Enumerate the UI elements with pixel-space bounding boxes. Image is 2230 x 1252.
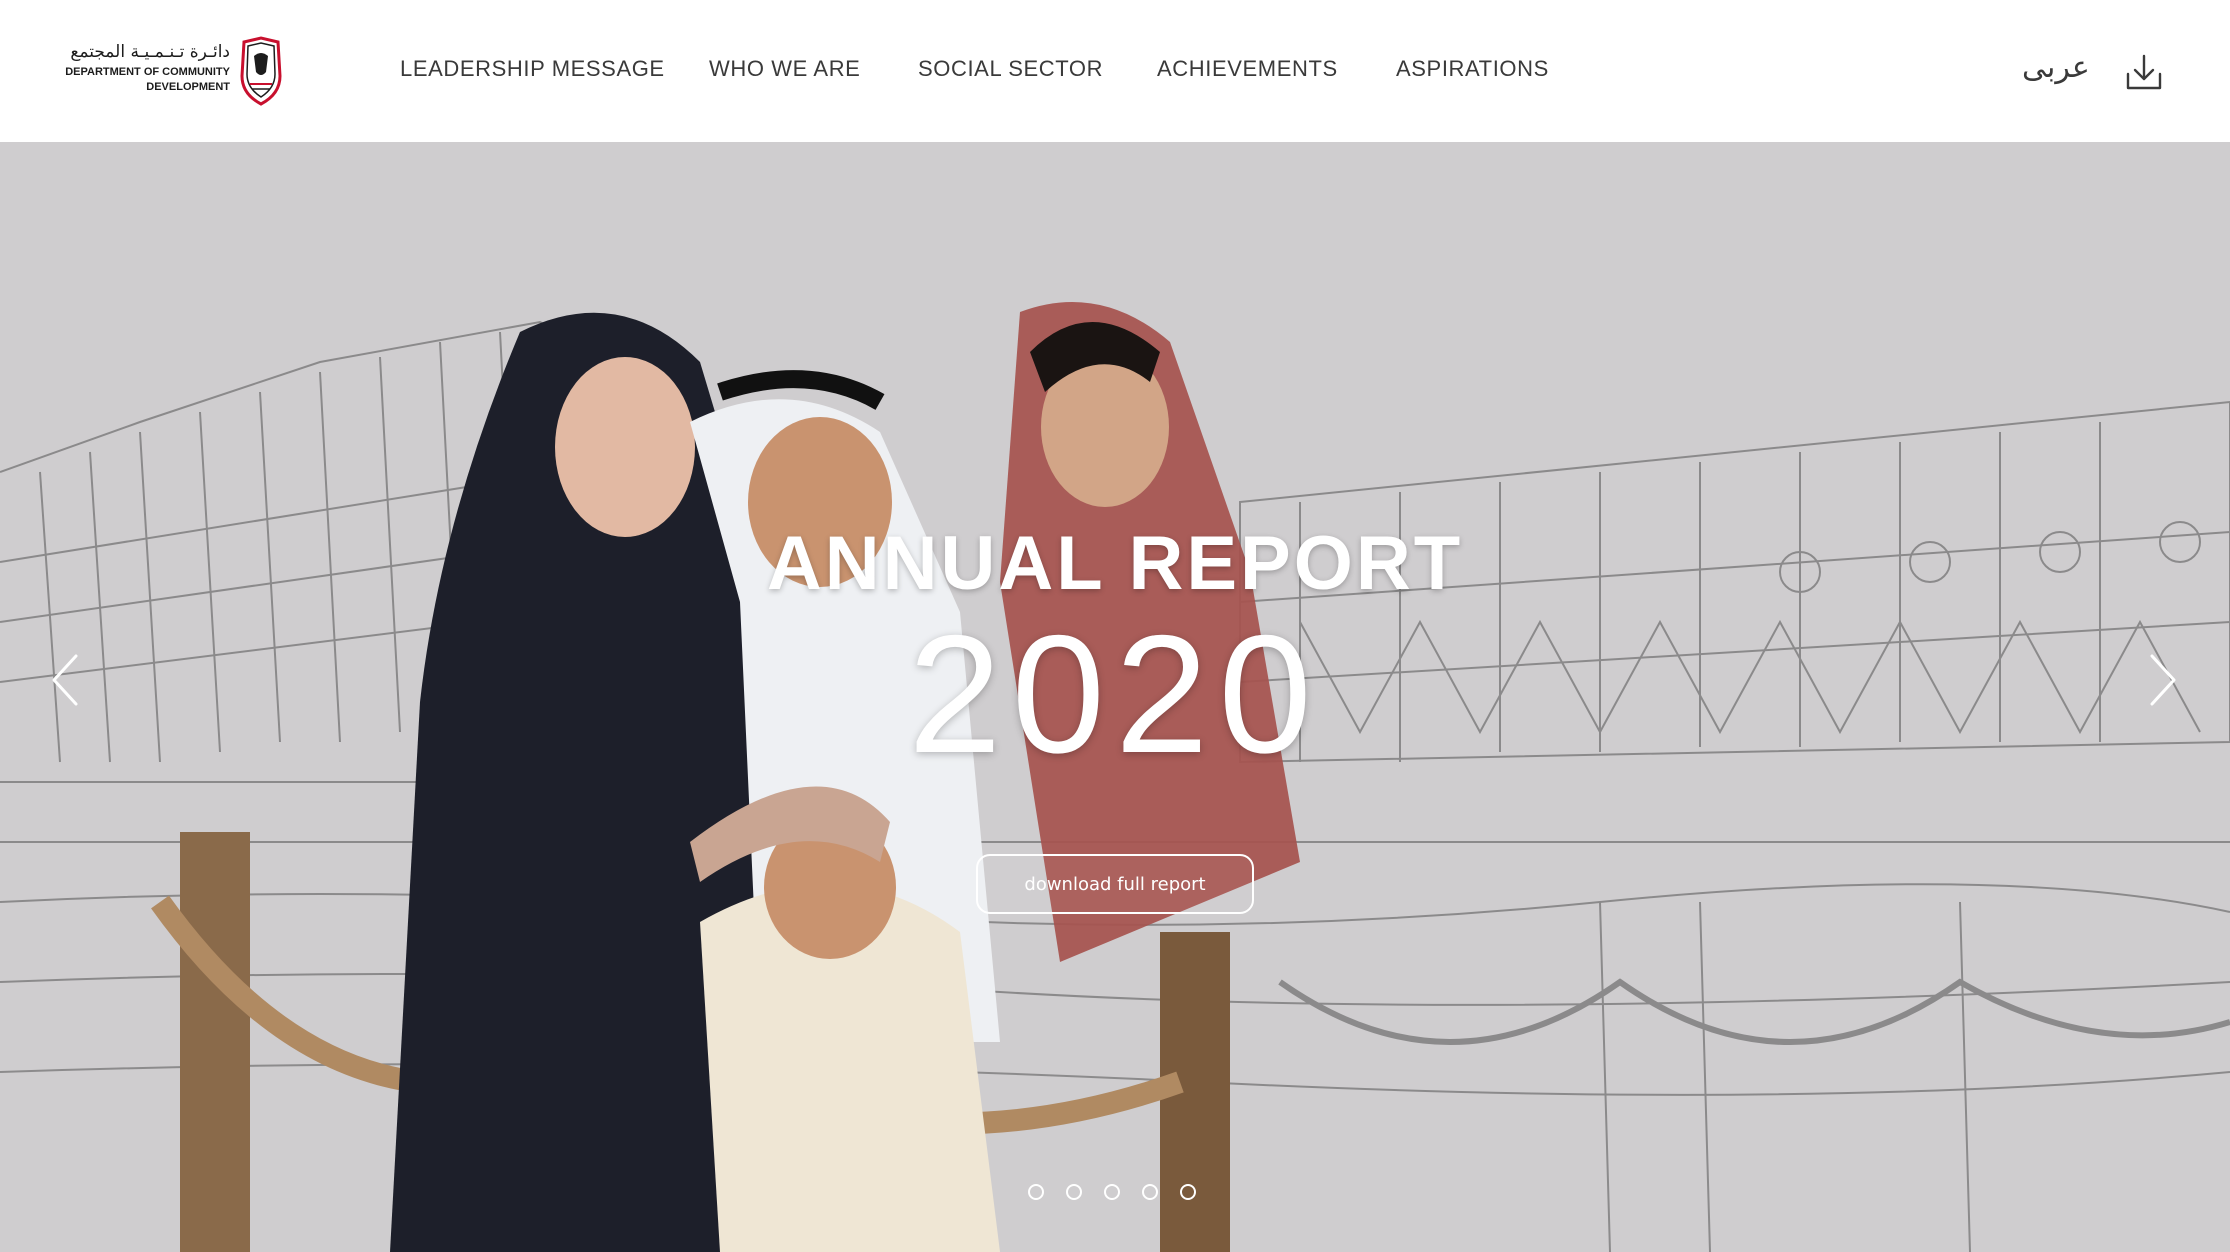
slide-dot[interactable] xyxy=(1028,1184,1044,1200)
slide-indicators xyxy=(1028,1184,1208,1208)
logo-arabic-text: دائـرة تـنـمـيـة المجتمع xyxy=(70,42,230,62)
site-header: دائـرة تـنـمـيـة المجتمع DEPARTMENT OF C… xyxy=(0,0,2230,142)
nav-who-we-are[interactable]: WHO WE ARE xyxy=(709,56,860,82)
slide-dot[interactable] xyxy=(1066,1184,1082,1200)
slide-dot[interactable] xyxy=(1104,1184,1120,1200)
hero-year: 2020 xyxy=(908,600,1322,788)
chevron-left-icon[interactable] xyxy=(46,650,86,710)
logo-english-text: DEPARTMENT OF COMMUNITY DEVELOPMENT xyxy=(65,66,230,93)
download-full-report-button[interactable]: download full report xyxy=(976,854,1254,914)
logo[interactable]: دائـرة تـنـمـيـة المجتمع DEPARTMENT OF C… xyxy=(62,36,286,108)
language-toggle-link[interactable]: عربى xyxy=(2022,50,2090,85)
emblem-icon xyxy=(240,36,282,106)
nav-social-sector[interactable]: SOCIAL SECTOR xyxy=(918,56,1103,82)
nav-achievements[interactable]: ACHIEVEMENTS xyxy=(1157,56,1338,82)
chevron-right-icon[interactable] xyxy=(2142,650,2182,710)
hero-title: ANNUAL REPORT xyxy=(766,521,1464,606)
nav-aspirations[interactable]: ASPIRATIONS xyxy=(1396,56,1549,82)
hero-banner: ANNUAL REPORT 2020 download full report xyxy=(0,142,2230,1252)
nav-leadership-message[interactable]: LEADERSHIP MESSAGE xyxy=(400,56,665,82)
slide-dot[interactable] xyxy=(1180,1184,1196,1200)
slide-dot[interactable] xyxy=(1142,1184,1158,1200)
download-icon[interactable] xyxy=(2124,52,2164,92)
